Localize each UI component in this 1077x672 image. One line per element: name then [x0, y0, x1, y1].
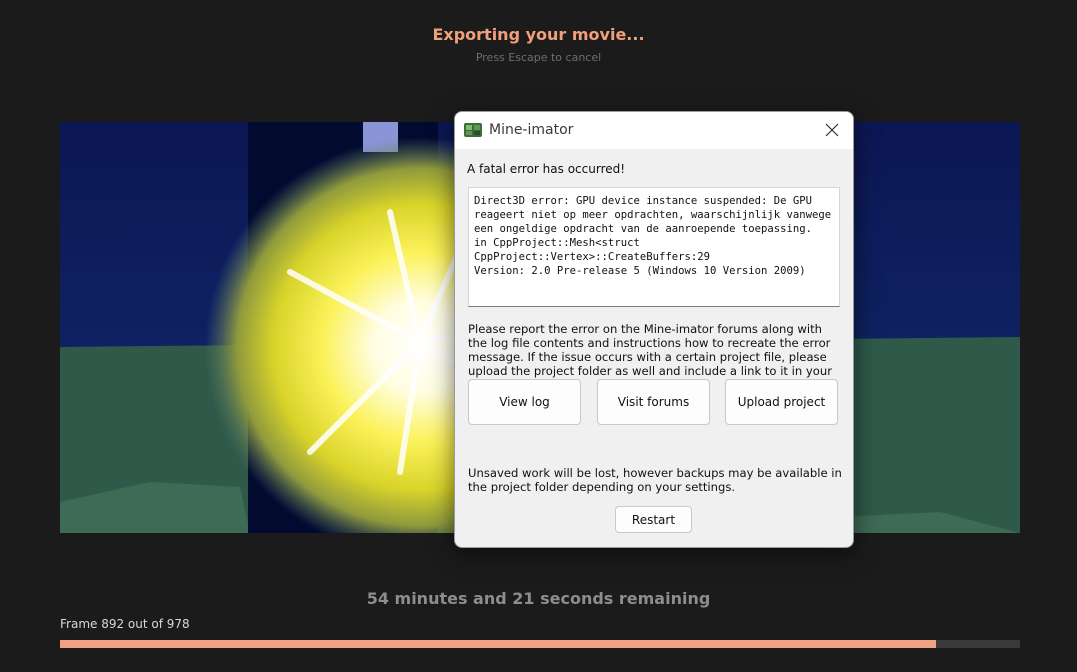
visit-forums-button[interactable]: Visit forums: [597, 379, 710, 425]
mine-imator-app-icon: [464, 121, 482, 139]
export-title: Exporting your movie...: [432, 25, 645, 44]
view-log-button[interactable]: View log: [468, 379, 581, 425]
time-remaining: 54 minutes and 21 seconds remaining: [366, 589, 711, 608]
dialog-titlebar[interactable]: Mine-imator: [455, 112, 853, 149]
error-details-textbox[interactable]: Direct3D error: GPU device instance susp…: [468, 187, 840, 307]
error-heading: A fatal error has occurred!: [467, 162, 626, 176]
export-progress-bar: [60, 640, 1020, 648]
restart-button[interactable]: Restart: [615, 506, 692, 533]
export-progress-fill: [60, 640, 936, 648]
dialog-title: Mine-imator: [489, 122, 574, 138]
fatal-error-dialog: Mine-imator A fatal error has occurred! …: [454, 111, 854, 548]
close-button[interactable]: [815, 116, 849, 144]
export-subtitle: Press Escape to cancel: [475, 51, 602, 64]
frame-counter: Frame 892 out of 978: [60, 617, 190, 631]
upload-project-button[interactable]: Upload project: [725, 379, 838, 425]
close-icon: [825, 123, 839, 137]
unsaved-work-notice: Unsaved work will be lost, however backu…: [468, 466, 842, 494]
